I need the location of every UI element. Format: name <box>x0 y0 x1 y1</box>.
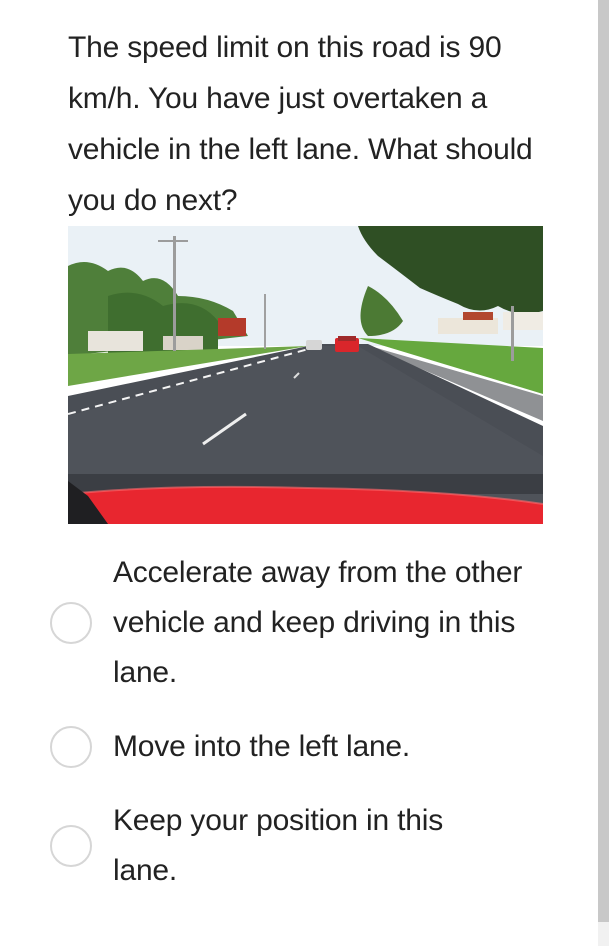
answer-option-3-label: Keep your position in this lane. <box>113 804 444 887</box>
answer-option-2-label: Move into the left lane. <box>113 730 411 763</box>
question-image <box>68 226 543 524</box>
radio-button-2[interactable] <box>50 726 92 768</box>
question-text: The speed limit on this road is 90 km/h.… <box>68 31 533 217</box>
radio-button-3[interactable] <box>50 825 92 867</box>
radio-button-1[interactable] <box>50 602 92 644</box>
scrollbar[interactable] <box>598 0 609 946</box>
answer-option-1[interactable]: Accelerate away from the other vehicle a… <box>50 548 570 698</box>
answer-option-2[interactable]: Move into the left lane. <box>50 722 570 772</box>
scrollbar-thumb[interactable] <box>598 0 609 922</box>
answer-option-1-label: Accelerate away from the other vehicle a… <box>113 556 523 689</box>
answer-option-3[interactable]: Keep your position in this lane. <box>50 796 570 896</box>
